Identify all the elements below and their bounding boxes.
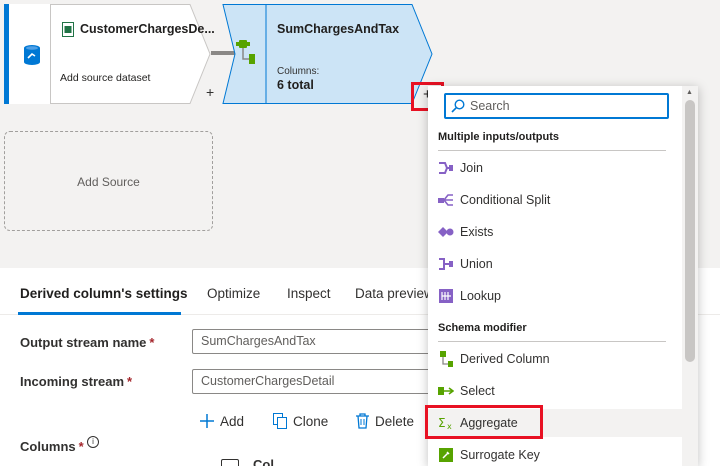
menu-item-select[interactable]: Select — [428, 377, 682, 405]
derived-column-node[interactable]: SumChargesAndTax Columns: 6 total — [222, 4, 434, 104]
surrogate-key-icon — [438, 447, 454, 463]
delete-column-button[interactable]: Delete — [356, 411, 414, 431]
add-column-button[interactable]: Add — [200, 411, 244, 431]
columns-count-label: Columns: — [277, 66, 320, 77]
menu-item-conditional-split[interactable]: Conditional Split — [428, 186, 682, 214]
menu-item-label: Select — [460, 384, 495, 398]
required-mark: * — [127, 374, 133, 389]
tab-optimize[interactable]: Optimize — [207, 286, 260, 301]
select-icon — [438, 383, 454, 399]
delete-column-label: Delete — [375, 413, 415, 429]
output-stream-label: Output stream name * — [20, 335, 154, 350]
incoming-stream-select[interactable]: CustomerChargesDetail — [192, 369, 437, 394]
clone-column-button[interactable]: Clone — [273, 411, 328, 431]
plus-icon — [200, 414, 214, 428]
clone-column-label: Clone — [293, 413, 329, 429]
derived-column-icon — [236, 40, 255, 64]
source-node-body[interactable]: CustomerChargesDe... Add source dataset — [50, 4, 215, 104]
section-divider — [438, 150, 666, 151]
incoming-stream-label: Incoming stream * — [20, 374, 132, 389]
transformation-menu: Search Multiple inputs/outputs Join Cond… — [425, 86, 698, 466]
lookup-icon — [438, 288, 454, 304]
required-mark: * — [78, 439, 84, 454]
select-all-checkbox[interactable] — [221, 459, 239, 466]
source-node-title: CustomerChargesDe... — [80, 22, 215, 36]
menu-item-label: Lookup — [460, 289, 502, 303]
add-source-button[interactable]: Add Source — [4, 131, 213, 231]
clone-icon — [273, 413, 287, 429]
add-column-label: Add — [220, 413, 245, 429]
trash-icon — [356, 413, 369, 429]
menu-item-label: Conditional Split — [460, 193, 551, 207]
column-header-text: Col — [253, 457, 274, 466]
menu-item-surrogate-key[interactable]: Surrogate Key — [428, 441, 682, 466]
search-placeholder: Search — [470, 99, 510, 113]
columns-count-value: 6 total — [277, 78, 314, 92]
menu-item-union[interactable]: Union — [428, 250, 682, 278]
derived-column-node-title: SumChargesAndTax — [277, 22, 400, 36]
menu-item-derived-column[interactable]: Derived Column — [428, 345, 682, 373]
source-node[interactable]: CustomerChargesDe... Add source dataset — [4, 4, 215, 104]
database-icon — [24, 45, 40, 65]
columns-label: Columns * — [20, 439, 84, 454]
menu-item-label: Derived Column — [460, 352, 550, 366]
menu-scrollbar-thumb[interactable] — [685, 100, 695, 362]
output-stream-input[interactable]: SumChargesAndTax — [192, 329, 437, 354]
active-tab-indicator — [18, 312, 181, 315]
join-icon — [438, 160, 454, 176]
exists-icon — [438, 224, 454, 240]
spreadsheet-icon — [62, 22, 74, 37]
section-schema-modifier: Schema modifier — [438, 322, 527, 334]
output-stream-label-text: Output stream name — [20, 335, 147, 350]
source-node-subtitle: Add source dataset — [60, 72, 151, 84]
union-icon — [438, 256, 454, 272]
menu-item-join[interactable]: Join — [428, 154, 682, 182]
tab-inspect[interactable]: Inspect — [287, 286, 331, 301]
info-icon[interactable]: i — [87, 436, 99, 448]
tab-data-preview[interactable]: Data preview — [355, 286, 434, 301]
incoming-stream-label-text: Incoming stream — [20, 374, 125, 389]
section-multiple-inputs-outputs: Multiple inputs/outputs — [438, 131, 559, 143]
tab-derived-column-settings[interactable]: Derived column's settings — [20, 286, 188, 301]
add-source-label: Add Source — [77, 175, 140, 189]
search-icon — [451, 99, 465, 113]
source-icon-block — [4, 4, 50, 104]
transformation-search-input[interactable]: Search — [444, 93, 669, 119]
source-node-shape — [50, 4, 211, 104]
columns-label-text: Columns — [20, 439, 76, 454]
required-mark: * — [149, 335, 155, 350]
menu-item-label: Join — [460, 161, 483, 175]
conditional-split-icon — [438, 192, 454, 208]
scroll-up-arrow-icon[interactable]: ▲ — [686, 89, 693, 96]
derived-column-icon — [438, 351, 454, 367]
menu-item-label: Surrogate Key — [460, 448, 540, 462]
menu-item-lookup[interactable]: Lookup — [428, 282, 682, 310]
menu-item-label: Exists — [460, 225, 494, 239]
source-add-transform-button[interactable]: + — [206, 84, 214, 100]
menu-item-label: Union — [460, 257, 493, 271]
section-divider — [438, 341, 666, 342]
aggregate-highlight-box — [425, 405, 543, 439]
menu-item-exists[interactable]: Exists — [428, 218, 682, 246]
